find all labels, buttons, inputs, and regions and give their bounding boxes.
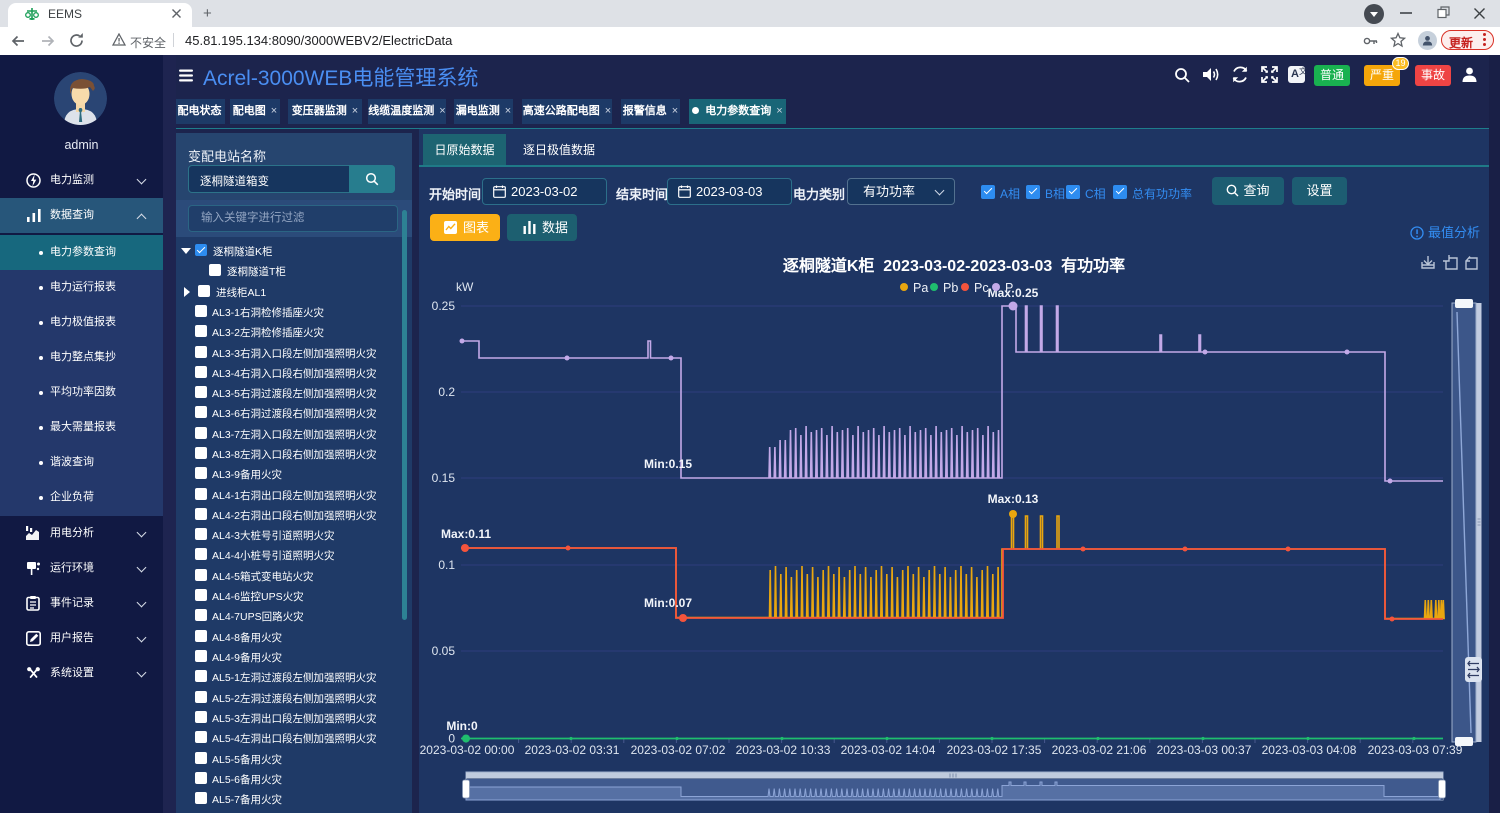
svg-text:2023-03-03 07:39: 2023-03-03 07:39 [1368, 743, 1463, 757]
svg-text:2023-03-02 14:04: 2023-03-02 14:04 [841, 743, 936, 757]
svg-text:2023-03-03 00:37: 2023-03-03 00:37 [1157, 743, 1252, 757]
svg-text:2023-03-02 03:31: 2023-03-02 03:31 [525, 743, 620, 757]
svg-text:0.2: 0.2 [438, 385, 455, 399]
svg-text:2023-03-03 04:08: 2023-03-03 04:08 [1262, 743, 1357, 757]
svg-text:2023-03-02 10:33: 2023-03-02 10:33 [736, 743, 831, 757]
svg-text:0.15: 0.15 [432, 471, 456, 485]
svg-text:P: P [1005, 281, 1013, 295]
svg-text:Min:0: Min:0 [446, 719, 478, 733]
svg-text:2023-03-02 00:00: 2023-03-02 00:00 [420, 743, 515, 757]
svg-text:0.25: 0.25 [432, 299, 456, 313]
svg-text:Max:0.13: Max:0.13 [988, 492, 1039, 506]
svg-text:Pc: Pc [974, 281, 989, 295]
svg-text:0.1: 0.1 [438, 558, 455, 572]
svg-text:0.05: 0.05 [432, 644, 456, 658]
svg-text:Max:0.11: Max:0.11 [441, 527, 491, 541]
svg-text:2023-03-02 17:35: 2023-03-02 17:35 [947, 743, 1042, 757]
svg-text:kW: kW [456, 280, 474, 294]
svg-text:Pa: Pa [913, 281, 928, 295]
svg-text:Min:0.07: Min:0.07 [644, 596, 692, 610]
svg-text:Pb: Pb [943, 281, 958, 295]
svg-text:Min:0.15: Min:0.15 [644, 457, 692, 471]
svg-text:2023-03-02 21:06: 2023-03-02 21:06 [1052, 743, 1147, 757]
svg-text:2023-03-02 07:02: 2023-03-02 07:02 [631, 743, 726, 757]
